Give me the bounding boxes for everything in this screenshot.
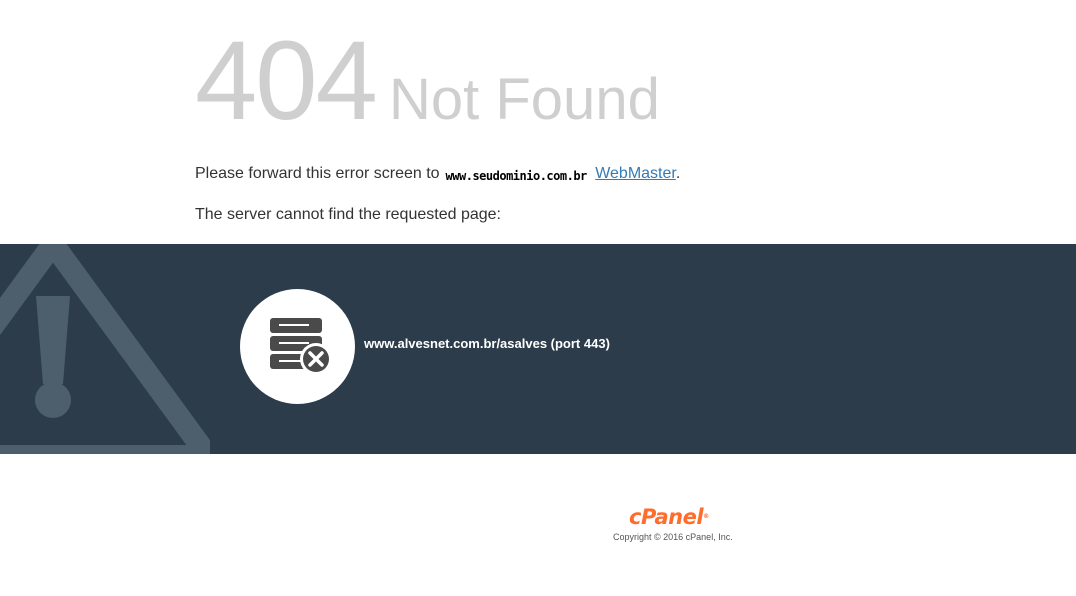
period: . — [675, 165, 681, 182]
error-page: 404 Not Found Please forward this error … — [0, 0, 1076, 596]
server-url: www.alvesnet.com.br/asalves (port 443) — [364, 336, 610, 351]
error-title: Not Found — [389, 67, 660, 132]
warning-triangle-icon — [0, 244, 210, 454]
cpanel-logo: cPanel® — [629, 505, 709, 529]
server-banner: www.alvesnet.com.br/asalves (port 443) — [0, 244, 1076, 454]
copyright-text: Copyright © 2016 cPanel, Inc. — [613, 532, 733, 542]
not-found-message: The server cannot find the requested pag… — [195, 206, 501, 223]
forward-message: Please forward this error screen to www.s… — [195, 164, 680, 184]
registered-mark: ® — [703, 513, 709, 520]
domain-image-text: www.seudominio.com.br — [445, 169, 588, 183]
webmaster-link[interactable]: WebMaster — [595, 165, 676, 182]
cpanel-logo-text: cPanel — [629, 505, 704, 529]
server-error-icon — [240, 289, 355, 404]
error-code: 404 — [195, 18, 378, 143]
forward-prefix: Please forward this error screen to — [195, 165, 440, 182]
